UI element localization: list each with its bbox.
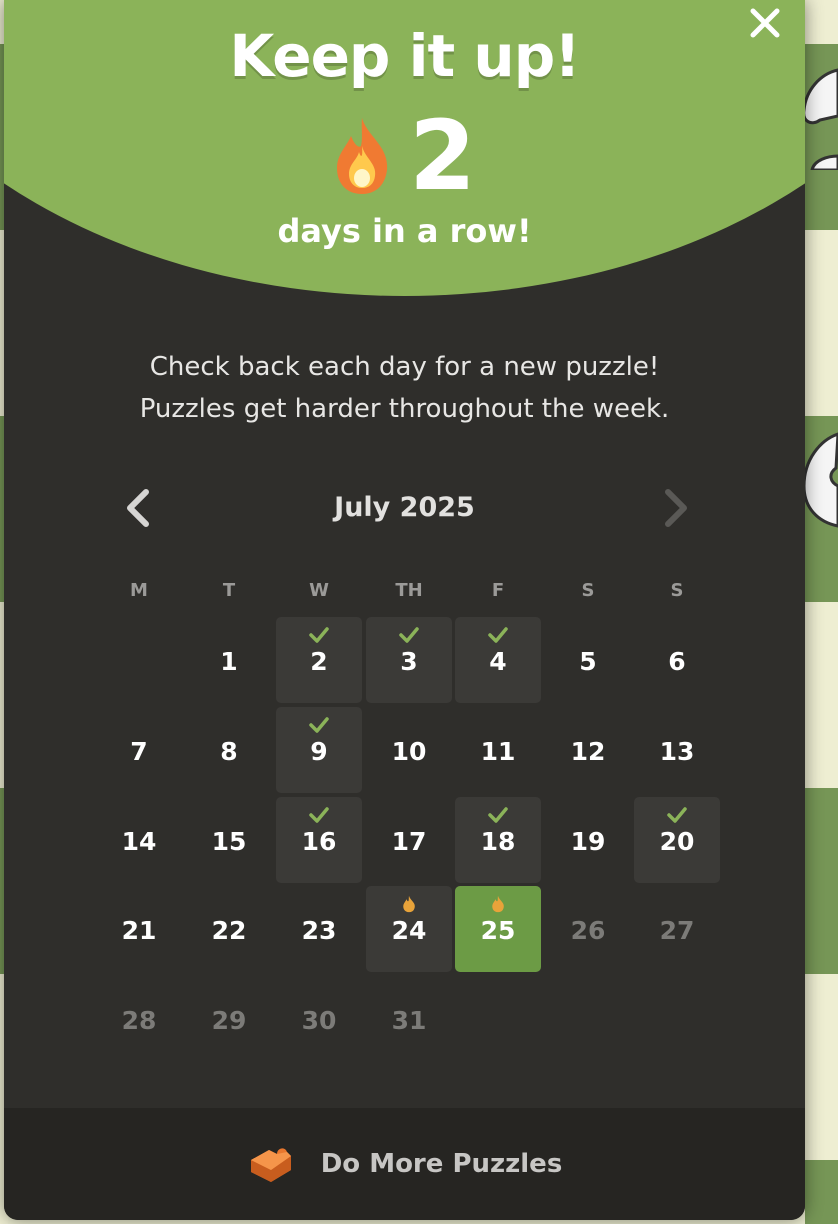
calendar-day-number: 24 <box>391 916 427 945</box>
calendar-day-11[interactable]: 11 <box>455 707 541 793</box>
modal-title: Keep it up! <box>229 22 580 90</box>
flame-icon <box>492 895 504 913</box>
info-message-line: Puzzles get harder throughout the week. <box>139 394 670 424</box>
calendar-day-number: 6 <box>668 647 686 676</box>
weekday-label: T <box>222 580 236 601</box>
streak-modal: Keep it up! 2 days in a row! Check back … <box>4 0 805 1220</box>
calendar-day-number: 26 <box>570 916 606 945</box>
calendar-day-number: 9 <box>310 737 328 766</box>
calendar-day-25[interactable]: 25 <box>455 886 541 972</box>
calendar-day-number: 7 <box>130 737 148 766</box>
weekday-label: TH <box>395 580 423 601</box>
info-message-line: Check back each day for a new puzzle! <box>149 352 660 382</box>
calendar-day-30: 30 <box>276 976 362 1062</box>
check-icon <box>667 807 687 823</box>
calendar-day-number: 13 <box>659 737 695 766</box>
flame-icon <box>403 895 415 913</box>
calendar-day-number: 23 <box>301 916 337 945</box>
calendar-day-15[interactable]: 15 <box>186 797 272 883</box>
board-square <box>805 602 838 788</box>
check-icon <box>488 807 508 823</box>
weekday-label: M <box>130 580 148 601</box>
calendar-day-number: 2 <box>310 647 328 676</box>
footer-label: Do More Puzzles <box>320 1149 563 1179</box>
board-square <box>805 974 838 1160</box>
calendar-day-5[interactable]: 5 <box>545 617 631 703</box>
calendar-day-number: 11 <box>480 737 516 766</box>
calendar-day-14[interactable]: 14 <box>96 797 182 883</box>
calendar-day-number: 16 <box>301 827 337 856</box>
board-square <box>805 230 838 416</box>
calendar-day-29: 29 <box>186 976 272 1062</box>
calendar-day-7[interactable]: 7 <box>96 707 182 793</box>
streak-subtitle: days in a row! <box>277 212 532 250</box>
chevron-right-icon <box>665 489 687 527</box>
calendar-day-10[interactable]: 10 <box>366 707 452 793</box>
calendar-header: July 2025 <box>4 486 805 530</box>
calendar-day-20[interactable]: 20 <box>634 797 720 883</box>
calendar-day-number: 29 <box>211 1006 247 1035</box>
calendar-day-24[interactable]: 24 <box>366 886 452 972</box>
calendar-day-26: 26 <box>545 886 631 972</box>
calendar-day-number: 8 <box>220 737 238 766</box>
calendar-day-number: 17 <box>391 827 427 856</box>
calendar-day-number: 15 <box>211 827 247 856</box>
calendar-day-number: 14 <box>121 827 157 856</box>
calendar-day-4[interactable]: 4 <box>455 617 541 703</box>
board-square <box>805 788 838 974</box>
calendar-day-number: 25 <box>480 916 516 945</box>
next-month-button[interactable] <box>652 486 696 530</box>
calendar-day-number: 4 <box>489 647 507 676</box>
calendar-day-number: 18 <box>480 827 516 856</box>
calendar-day-17[interactable]: 17 <box>366 797 452 883</box>
check-icon <box>488 627 508 643</box>
calendar-day-23[interactable]: 23 <box>276 886 362 972</box>
calendar-day-number: 22 <box>211 916 247 945</box>
calendar-day-number: 28 <box>121 1006 157 1035</box>
info-message: Check back each day for a new puzzle! Pu… <box>4 346 805 430</box>
calendar-day-16[interactable]: 16 <box>276 797 362 883</box>
calendar-day-27: 27 <box>634 886 720 972</box>
calendar-day-21[interactable]: 21 <box>96 886 182 972</box>
calendar-day-number: 5 <box>579 647 597 676</box>
calendar-day-number: 27 <box>659 916 695 945</box>
calendar-day-13[interactable]: 13 <box>634 707 720 793</box>
board-square <box>805 1160 838 1224</box>
weekday-label: W <box>309 580 329 601</box>
calendar-day-31: 31 <box>366 976 452 1062</box>
calendar-day-number: 10 <box>391 737 427 766</box>
calendar-day-9[interactable]: 9 <box>276 707 362 793</box>
weekday-label: S <box>670 580 684 601</box>
streak-count-row: 2 <box>4 108 805 204</box>
calendar-day-19[interactable]: 19 <box>545 797 631 883</box>
calendar-day-number: 31 <box>391 1006 427 1035</box>
calendar-day-number: 1 <box>220 647 238 676</box>
calendar-day-8[interactable]: 8 <box>186 707 272 793</box>
calendar-day-28: 28 <box>96 976 182 1062</box>
streak-count: 2 <box>409 100 476 212</box>
calendar-day-18[interactable]: 18 <box>455 797 541 883</box>
calendar-day-number: 19 <box>570 827 606 856</box>
flame-icon <box>337 118 388 194</box>
board-square <box>805 0 838 44</box>
check-icon <box>309 717 329 733</box>
calendar-day-number: 30 <box>301 1006 337 1035</box>
calendar-day-number: 3 <box>400 647 418 676</box>
check-icon <box>399 627 419 643</box>
calendar-day-6[interactable]: 6 <box>634 617 720 703</box>
check-icon <box>309 807 329 823</box>
weekday-label: F <box>491 580 505 601</box>
calendar-day-22[interactable]: 22 <box>186 886 272 972</box>
calendar-day-number: 20 <box>659 827 695 856</box>
calendar-day-1[interactable]: 1 <box>186 617 272 703</box>
calendar-day-3[interactable]: 3 <box>366 617 452 703</box>
puzzle-piece-icon <box>250 1148 291 1182</box>
weekday-label: S <box>581 580 595 601</box>
do-more-puzzles-button[interactable]: Do More Puzzles <box>4 1108 805 1220</box>
calendar-day-2[interactable]: 2 <box>276 617 362 703</box>
calendar-day-12[interactable]: 12 <box>545 707 631 793</box>
check-icon <box>309 627 329 643</box>
calendar-day-number: 12 <box>570 737 606 766</box>
calendar-day-number: 21 <box>121 916 157 945</box>
